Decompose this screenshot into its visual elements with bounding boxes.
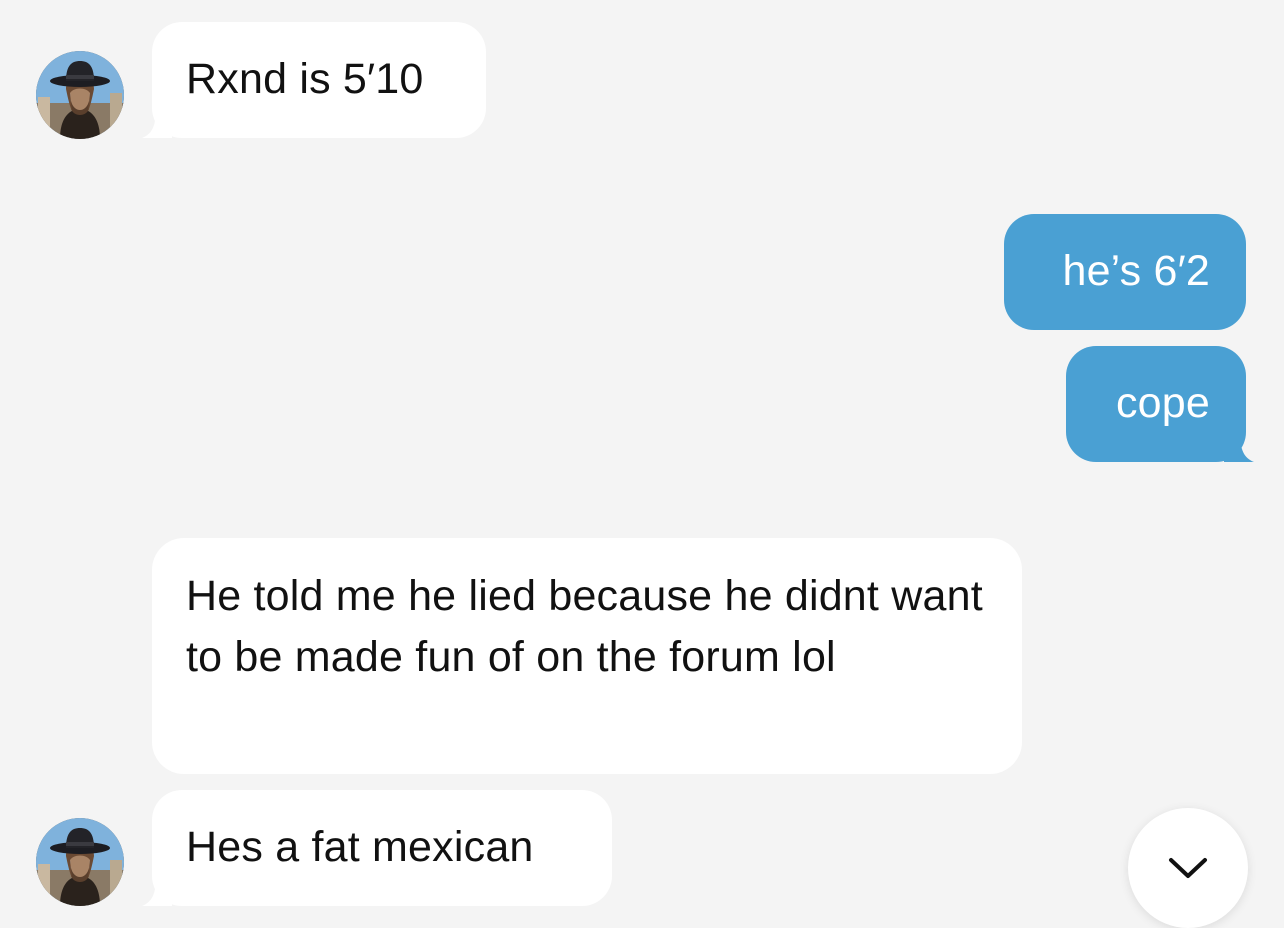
message-text: Hes a fat mexican (186, 823, 534, 871)
bubble-tail (142, 108, 172, 138)
avatar-photo (36, 51, 124, 139)
sender-avatar[interactable] (36, 818, 124, 906)
bubble-tail (142, 876, 172, 906)
outgoing-message-bubble[interactable]: cope (1066, 346, 1254, 462)
message-text: he’s 6′2 (1062, 247, 1210, 295)
message-text: cope (1115, 379, 1210, 427)
incoming-message-bubble[interactable]: He told me he lied because he didnt want… (152, 538, 1022, 774)
bubble-tail (1224, 432, 1254, 462)
incoming-message-bubble[interactable]: Hes a fat mexican (142, 790, 612, 906)
message-text: Rxnd is 5′10 (186, 55, 424, 103)
outgoing-message-bubble[interactable]: he’s 6′2 (1004, 214, 1246, 330)
avatar-photo (36, 818, 124, 906)
sender-avatar[interactable] (36, 51, 124, 139)
message-text: He told me he lied because he didnt want… (186, 572, 983, 681)
scroll-to-bottom-button[interactable] (1128, 808, 1248, 928)
chevron-down-icon (1169, 858, 1207, 878)
incoming-message-bubble[interactable]: Rxnd is 5′10 (142, 22, 486, 138)
conversation-thread: Rxnd is 5′10 he’s 6′2 cope He told me he… (0, 0, 1284, 924)
